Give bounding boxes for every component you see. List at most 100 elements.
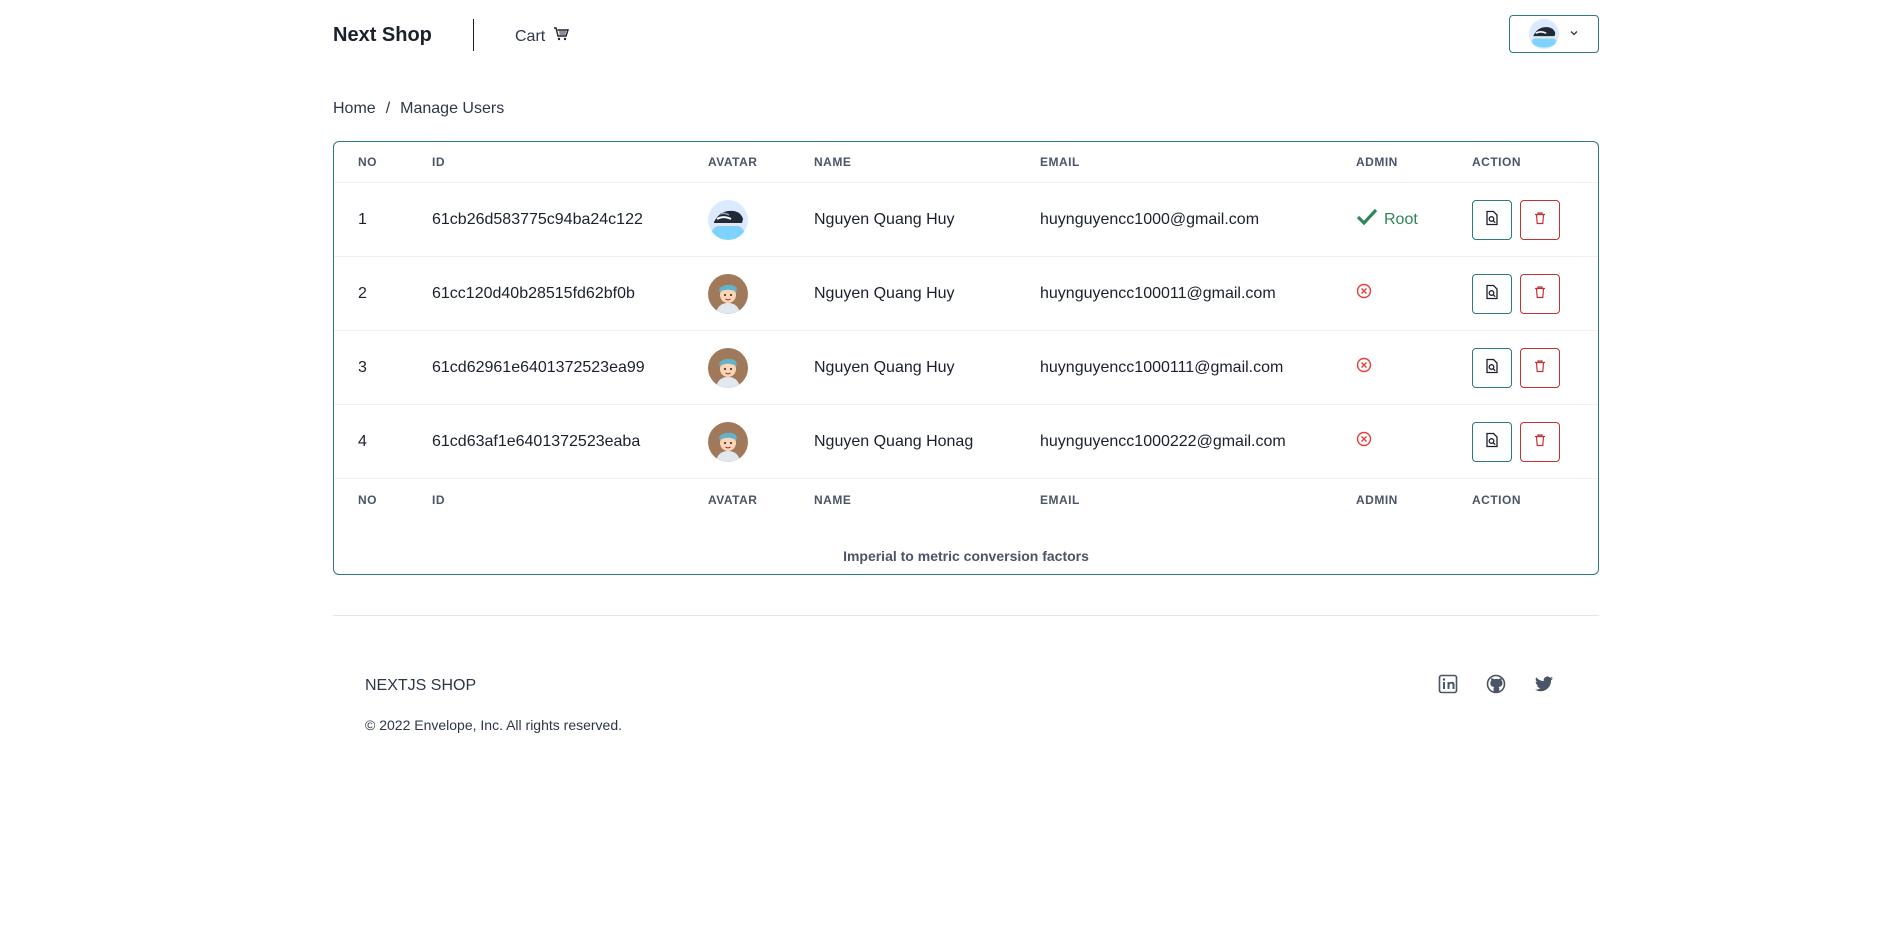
cell-avatar bbox=[708, 330, 814, 405]
table-row: 4 61cd63af1e6401372523eaba Nguyen Quang … bbox=[334, 404, 1598, 479]
cell-name: Nguyen Quang Honag bbox=[814, 404, 1040, 479]
person-avatar bbox=[708, 347, 748, 388]
col-header-no: NO bbox=[358, 155, 377, 169]
users-table: NO ID AVATAR NAME EMAIL ADMIN ACTION 1 6… bbox=[334, 142, 1598, 521]
shoe-avatar bbox=[708, 199, 748, 240]
footer-copyright: © 2022 Envelope, Inc. All rights reserve… bbox=[365, 717, 623, 733]
table-caption: Imperial to metric conversion factors bbox=[843, 548, 1089, 564]
cart-label: Cart bbox=[515, 27, 546, 45]
cell-action bbox=[1472, 256, 1598, 331]
cell-no: 2 bbox=[334, 256, 432, 331]
cell-no: 4 bbox=[334, 404, 432, 479]
user-menu-button[interactable] bbox=[1509, 15, 1599, 53]
breadcrumb-separator: / bbox=[385, 100, 391, 117]
cell-name: Nguyen Quang Huy bbox=[814, 330, 1040, 405]
col-footer-avatar: AVATAR bbox=[708, 478, 814, 521]
col-footer-action: ACTION bbox=[1472, 478, 1598, 521]
breadcrumb: Home / Manage Users bbox=[333, 100, 504, 118]
checkmark-icon bbox=[1356, 208, 1378, 231]
cell-id: 61cd62961e6401372523ea99 bbox=[432, 330, 708, 405]
col-header-admin: ADMIN bbox=[1356, 155, 1398, 169]
cell-admin bbox=[1356, 330, 1472, 405]
view-user-button[interactable] bbox=[1472, 199, 1512, 240]
col-footer-no: NO bbox=[334, 478, 432, 521]
not-admin-icon bbox=[1356, 431, 1372, 451]
col-header-name: NAME bbox=[814, 155, 852, 169]
row-actions bbox=[1472, 421, 1598, 462]
cell-name: Nguyen Quang Huy bbox=[814, 256, 1040, 331]
row-actions bbox=[1472, 199, 1598, 240]
cell-name: Nguyen Quang Huy bbox=[814, 182, 1040, 257]
trash-icon bbox=[1533, 211, 1547, 228]
cell-admin bbox=[1356, 256, 1472, 331]
row-actions bbox=[1472, 273, 1598, 314]
page-container: Next Shop Cart Home / Manage Users NO ID… bbox=[333, 0, 1599, 733]
brand-logo-link[interactable]: Next Shop bbox=[333, 24, 432, 47]
cart-icon bbox=[553, 26, 570, 47]
cell-action bbox=[1472, 330, 1598, 405]
cell-avatar bbox=[708, 182, 814, 257]
top-navbar: Next Shop Cart bbox=[333, 0, 1599, 72]
admin-root-badge: Root bbox=[1356, 208, 1472, 231]
table-row: 3 61cd62961e6401372523ea99 Nguyen Quang … bbox=[334, 330, 1598, 405]
social-links bbox=[1438, 674, 1554, 694]
view-user-button[interactable] bbox=[1472, 421, 1512, 462]
users-table-card: NO ID AVATAR NAME EMAIL ADMIN ACTION 1 6… bbox=[333, 141, 1599, 575]
table-header-row: NO ID AVATAR NAME EMAIL ADMIN ACTION bbox=[334, 142, 1598, 183]
trash-icon bbox=[1533, 285, 1547, 302]
col-footer-id: ID bbox=[432, 478, 708, 521]
delete-user-button[interactable] bbox=[1520, 421, 1560, 462]
cell-action bbox=[1472, 182, 1598, 257]
cell-avatar bbox=[708, 256, 814, 331]
footer-divider bbox=[333, 615, 1599, 616]
admin-label: Root bbox=[1384, 210, 1418, 228]
view-user-button[interactable] bbox=[1472, 273, 1512, 314]
chevron-down-icon bbox=[1569, 25, 1579, 43]
col-footer-name: NAME bbox=[814, 478, 1040, 521]
twitter-icon[interactable] bbox=[1534, 674, 1554, 694]
col-header-avatar: AVATAR bbox=[708, 155, 758, 169]
cell-no: 1 bbox=[334, 182, 432, 257]
cell-id: 61cd63af1e6401372523eaba bbox=[432, 404, 708, 479]
person-avatar bbox=[708, 273, 748, 314]
file-search-icon bbox=[1484, 432, 1500, 451]
table-row: 1 61cb26d583775c94ba24c122 Nguyen Quang … bbox=[334, 182, 1598, 257]
row-actions bbox=[1472, 347, 1598, 388]
cart-link[interactable]: Cart bbox=[515, 26, 570, 47]
breadcrumb-home-link[interactable]: Home bbox=[333, 100, 376, 118]
table-row: 2 61cc120d40b28515fd62bf0b Nguyen Quang … bbox=[334, 256, 1598, 331]
github-icon[interactable] bbox=[1486, 674, 1506, 694]
table-footer-row: NO ID AVATAR NAME EMAIL ADMIN ACTION bbox=[334, 478, 1598, 521]
delete-user-button[interactable] bbox=[1520, 347, 1560, 388]
cell-id: 61cb26d583775c94ba24c122 bbox=[432, 182, 708, 257]
cell-admin: Root bbox=[1356, 182, 1472, 257]
delete-user-button[interactable] bbox=[1520, 273, 1560, 314]
file-search-icon bbox=[1484, 210, 1500, 229]
col-footer-admin: ADMIN bbox=[1356, 478, 1472, 521]
cell-admin bbox=[1356, 404, 1472, 479]
cell-email: huynguyencc1000222@gmail.com bbox=[1040, 404, 1356, 479]
cell-email: huynguyencc100011@gmail.com bbox=[1040, 256, 1356, 331]
person-avatar bbox=[708, 421, 748, 462]
col-footer-email: EMAIL bbox=[1040, 478, 1356, 521]
linkedin-icon[interactable] bbox=[1438, 674, 1458, 694]
cell-email: huynguyencc1000111@gmail.com bbox=[1040, 330, 1356, 405]
cell-no: 3 bbox=[334, 330, 432, 405]
cell-action bbox=[1472, 404, 1598, 479]
not-admin-icon bbox=[1356, 357, 1372, 377]
footer-brand: NEXTJS SHOP bbox=[365, 677, 477, 694]
cell-id: 61cc120d40b28515fd62bf0b bbox=[432, 256, 708, 331]
cell-email: huynguyencc1000@gmail.com bbox=[1040, 182, 1356, 257]
user-avatar bbox=[1529, 19, 1559, 49]
col-header-email: EMAIL bbox=[1040, 155, 1080, 169]
cell-avatar bbox=[708, 404, 814, 479]
not-admin-icon bbox=[1356, 283, 1372, 303]
breadcrumb-current: Manage Users bbox=[400, 100, 505, 117]
trash-icon bbox=[1533, 433, 1547, 450]
view-user-button[interactable] bbox=[1472, 347, 1512, 388]
trash-icon bbox=[1533, 359, 1547, 376]
col-header-action: ACTION bbox=[1472, 155, 1521, 169]
delete-user-button[interactable] bbox=[1520, 199, 1560, 240]
col-header-id: ID bbox=[432, 155, 445, 169]
file-search-icon bbox=[1484, 284, 1500, 303]
